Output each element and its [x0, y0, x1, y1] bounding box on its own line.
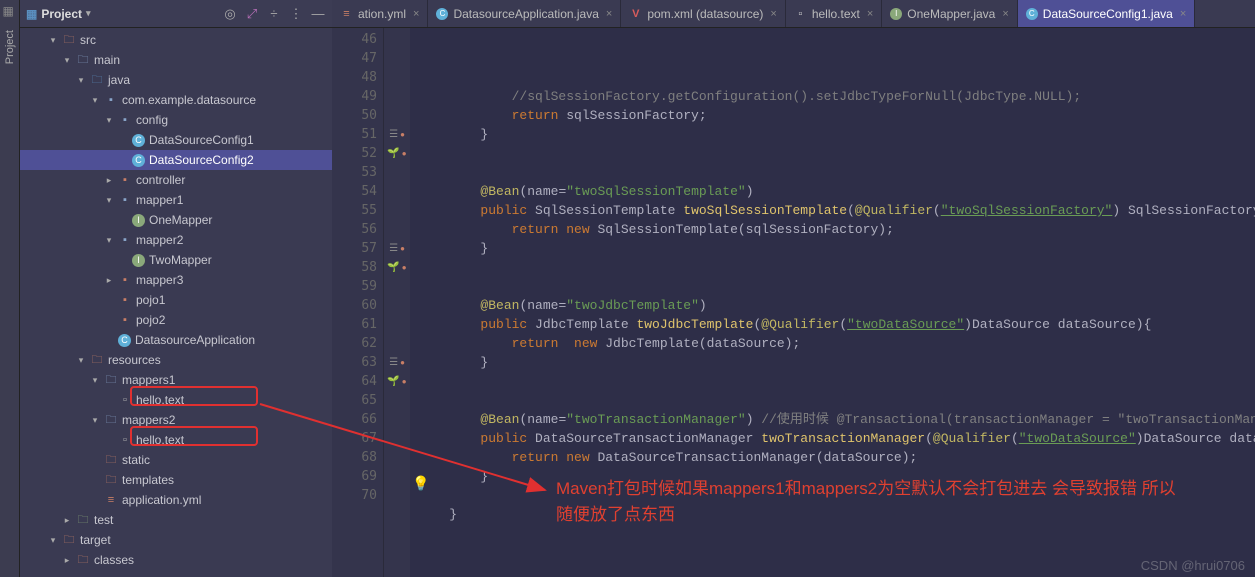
tree-item[interactable]: ▾🗀resources	[20, 350, 332, 370]
editor-area: ≡ation.yml×CDatasourceApplication.java×V…	[332, 0, 1255, 577]
settings-icon[interactable]: ⋮	[288, 6, 304, 22]
tree-item[interactable]: ▾▪mapper1	[20, 190, 332, 210]
tree-item[interactable]: ▾🗀java	[20, 70, 332, 90]
tree-item[interactable]: 🗀static	[20, 450, 332, 470]
tree-item[interactable]: ▾🗀mappers1	[20, 370, 332, 390]
editor-tab[interactable]: IOneMapper.java×	[882, 0, 1018, 27]
tree-item[interactable]: ▫hello.text	[20, 430, 332, 450]
hide-icon[interactable]: —	[310, 6, 326, 22]
tree-item[interactable]: ▪pojo2	[20, 310, 332, 330]
tree-item[interactable]: 🗀templates	[20, 470, 332, 490]
project-sidebar: ▦ Project ▾ ◎ ⤢ ÷ ⋮ — ▾🗀src▾🗀main▾🗀java▾…	[20, 0, 332, 577]
target-icon[interactable]: ◎	[222, 6, 238, 22]
tree-item[interactable]: ▪pojo1	[20, 290, 332, 310]
editor-tab[interactable]: ≡ation.yml×	[332, 0, 428, 27]
code-editor[interactable]: 💡 //sqlSessionFactory.getConfiguration()…	[410, 28, 1255, 577]
close-icon[interactable]: ×	[770, 8, 776, 20]
tree-item[interactable]: IOneMapper	[20, 210, 332, 230]
tool-window-rail[interactable]: ▦ Project	[0, 0, 20, 577]
expand-icon[interactable]: ⤢	[244, 6, 260, 22]
editor-tabs[interactable]: ≡ation.yml×CDatasourceApplication.java×V…	[332, 0, 1255, 28]
project-rail-label[interactable]: Project	[4, 30, 16, 64]
sidebar-header: ▦ Project ▾ ◎ ⤢ ÷ ⋮ —	[20, 0, 332, 28]
tree-item[interactable]: ▾🗀src	[20, 30, 332, 50]
editor-tab[interactable]: CDatasourceApplication.java×	[428, 0, 621, 27]
tree-item[interactable]: ▾▪com.example.datasource	[20, 90, 332, 110]
tree-item[interactable]: ▾▪mapper2	[20, 230, 332, 250]
bulb-icon[interactable]: 💡	[412, 476, 429, 495]
project-icon[interactable]: ▦	[3, 4, 17, 18]
editor-tab[interactable]: CDataSourceConfig1.java×	[1018, 0, 1196, 27]
tree-item[interactable]: ▾🗀target	[20, 530, 332, 550]
editor-tab[interactable]: Vpom.xml (datasource)×	[621, 0, 785, 27]
close-icon[interactable]: ×	[606, 8, 612, 20]
sidebar-title[interactable]: ▦ Project ▾	[26, 7, 91, 21]
tree-item[interactable]: ▫hello.text	[20, 390, 332, 410]
tree-item[interactable]: ▸🗀test	[20, 510, 332, 530]
tree-item[interactable]: ▸▪mapper3	[20, 270, 332, 290]
project-tree[interactable]: ▾🗀src▾🗀main▾🗀java▾▪com.example.datasourc…	[20, 28, 332, 577]
tree-item[interactable]: ITwoMapper	[20, 250, 332, 270]
tree-item[interactable]: ▾▪config	[20, 110, 332, 130]
tree-item[interactable]: ▾🗀mappers2	[20, 410, 332, 430]
gutter-icons[interactable]: ☰●🌱●☰●🌱●☰●🌱●	[384, 28, 410, 577]
tree-item[interactable]: ▾🗀main	[20, 50, 332, 70]
tree-item[interactable]: ▸▪controller	[20, 170, 332, 190]
editor-tab[interactable]: ▫hello.text×	[786, 0, 882, 27]
tree-item[interactable]: ▸🗀classes	[20, 550, 332, 570]
close-icon[interactable]: ×	[867, 8, 873, 20]
tree-item[interactable]: CDatasourceApplication	[20, 330, 332, 350]
close-icon[interactable]: ×	[413, 8, 419, 20]
close-icon[interactable]: ×	[1180, 8, 1186, 20]
collapse-icon[interactable]: ÷	[266, 6, 282, 22]
close-icon[interactable]: ×	[1002, 8, 1008, 20]
line-gutter[interactable]: 4647484950515253545556575859606162636465…	[332, 28, 384, 577]
tree-item[interactable]: CDataSourceConfig2	[20, 150, 332, 170]
tree-item[interactable]: ≡application.yml	[20, 490, 332, 510]
tree-item[interactable]: CDataSourceConfig1	[20, 130, 332, 150]
